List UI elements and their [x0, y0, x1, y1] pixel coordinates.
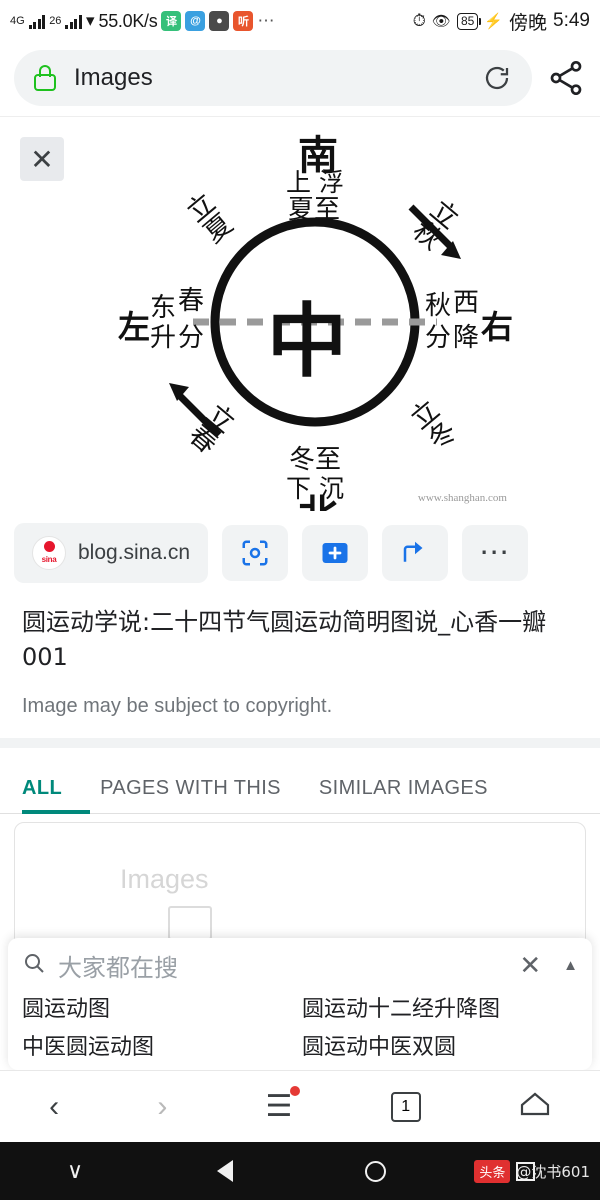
app-icon-chat: ●	[209, 11, 230, 31]
diagram-label-center: 中	[267, 295, 347, 388]
diagram-label-left-sub4: 分	[178, 323, 205, 353]
tab-active-indicator	[22, 809, 90, 814]
diagram-label-right: 右	[481, 308, 514, 346]
lens-icon[interactable]	[222, 525, 289, 581]
ghost-label: Images	[120, 863, 209, 894]
copyright-notice: Image may be subject to copyright.	[22, 694, 333, 717]
source-link[interactable]: sina blog.sina.cn	[14, 523, 209, 583]
watermark: 头条 @沈书601	[474, 1159, 590, 1183]
back-triangle-icon[interactable]	[150, 1160, 300, 1182]
source-row: sina blog.sina.cn ⋯	[0, 511, 600, 595]
suggestions-header: 大家都在搜 ✕ ▲	[22, 948, 578, 983]
results-tabs: ALL PAGES WITH THIS SIMILAR IMAGES	[0, 747, 600, 814]
charging-icon: ⚡	[484, 13, 503, 30]
chevron-up-icon[interactable]: ▲	[563, 957, 578, 974]
collapse-button[interactable]: ∨	[0, 1158, 150, 1184]
image-viewer[interactable]: ✕ 南 上 浮 夏至 北 冬至 下 沉 左 东 春 升 分 右	[0, 116, 600, 511]
diagram-label-right-sub3: 分	[425, 323, 452, 353]
signal-bars-icon-2	[65, 14, 82, 29]
nav-tab-count-button[interactable]: 1	[390, 1091, 421, 1122]
result-card-placeholder[interactable]	[14, 821, 586, 952]
clock: 5:49	[553, 10, 590, 31]
broken-image-icon	[168, 905, 212, 940]
image-title: 圆运动学说:二十四节气圆运动简明图说_心香一瓣001	[22, 608, 547, 671]
status-bar-left: 4G 26 ▾ 55.0K/s 译 @ ● 听 ⋯	[10, 11, 408, 32]
browser-toolbar: Images	[0, 42, 600, 116]
lock-icon	[34, 65, 56, 91]
suggestion-item-4[interactable]: 圆运动中医双圆	[302, 1029, 578, 1061]
url-text: Images	[74, 64, 153, 91]
timer-icon: ⏱	[412, 11, 426, 30]
diagram-label-left-sub2: 春	[178, 286, 205, 316]
network-type-1: 4G	[10, 14, 25, 27]
share-icon[interactable]	[546, 58, 586, 98]
wifi-icon: ▾	[85, 11, 95, 30]
sina-logo-icon: sina	[32, 536, 66, 570]
app-icon-translate: 译	[161, 11, 182, 31]
suggestion-item-1[interactable]: 圆运动图	[22, 991, 302, 1023]
clock-prefix: 傍晚	[509, 12, 548, 34]
network-speed: 55.0K/s	[98, 10, 158, 31]
app-icon-media: 听	[233, 11, 254, 31]
share-icon-2[interactable]	[382, 525, 449, 581]
eye-icon: 👁	[431, 13, 451, 30]
android-nav-bar: ∨ 头条 @沈书601	[0, 1142, 600, 1200]
search-icon	[22, 951, 46, 980]
section-divider	[0, 737, 600, 748]
url-bar[interactable]: Images	[14, 50, 532, 106]
diagram-label-bottom-sub2: 下 沉	[286, 474, 344, 503]
diagram-label-left-sub3: 升	[150, 323, 177, 353]
diagram-watermark: www.shanghan.com	[417, 492, 507, 504]
suggestion-item-2[interactable]: 圆运动十二经升降图	[302, 991, 578, 1023]
nav-home-button[interactable]	[519, 1089, 551, 1125]
tab-pages-with-this[interactable]: PAGES WITH THIS	[100, 777, 281, 814]
close-icon[interactable]: ✕	[20, 137, 64, 181]
tab-all[interactable]: ALL	[22, 777, 62, 814]
nav-forward-button[interactable]: ›	[157, 1090, 167, 1124]
diagram-label-right-sub4: 降	[453, 323, 480, 353]
more-icon-2[interactable]: ⋯	[462, 525, 529, 581]
status-bar: 4G 26 ▾ 55.0K/s 译 @ ● 听 ⋯ ⏱ 👁 85 ⚡ 傍晚 5:…	[0, 0, 600, 42]
status-bar-right: ⏱ 👁 85 ⚡ 傍晚 5:49	[413, 8, 590, 35]
network-type-2: 26	[49, 14, 62, 27]
reload-icon[interactable]	[482, 63, 512, 93]
diagram-image[interactable]: 南 上 浮 夏至 北 冬至 下 沉 左 东 春 升 分 右 秋 西 分 降 立夏…	[115, 117, 515, 511]
suggestions-grid: 圆运动图 圆运动十二经升降图 中医圆运动图 圆运动中医双圆	[22, 991, 578, 1061]
add-icon[interactable]	[302, 525, 369, 581]
nav-menu-button[interactable]: ☰	[266, 1086, 301, 1124]
tab-similar-images[interactable]: SIMILAR IMAGES	[319, 777, 488, 814]
battery-icon: 85	[456, 12, 482, 30]
more-icon: ⋯	[257, 11, 275, 30]
suggestion-item-3[interactable]: 中医圆运动图	[22, 1029, 302, 1061]
browser-bottom-nav: ‹ › ☰ 1	[0, 1070, 600, 1142]
signal-bars-icon	[28, 14, 46, 29]
close-icon-2[interactable]: ✕	[519, 950, 541, 981]
diagram-label-top-sub2: 夏至	[288, 195, 341, 225]
watermark-badge: 头条	[474, 1159, 511, 1183]
source-name: blog.sina.cn	[78, 541, 191, 564]
phone-screen: 4G 26 ▾ 55.0K/s 译 @ ● 听 ⋯ ⏱ 👁 85 ⚡ 傍晚 5:…	[0, 0, 600, 1200]
nav-back-button[interactable]: ‹	[49, 1090, 59, 1124]
menu-badge	[290, 1086, 301, 1096]
search-suggestions-panel[interactable]: 大家都在搜 ✕ ▲ 圆运动图 圆运动十二经升降图 中医圆运动图 圆运动中医双圆	[8, 938, 592, 1070]
diagram-label-left: 左	[118, 308, 151, 346]
home-circle-icon[interactable]	[300, 1160, 450, 1182]
diagram-label-right-sub2: 西	[453, 288, 480, 318]
suggestions-title: 大家都在搜	[58, 954, 178, 982]
app-icon-browser: @	[185, 11, 206, 31]
watermark-name: @沈书601	[516, 1162, 590, 1181]
